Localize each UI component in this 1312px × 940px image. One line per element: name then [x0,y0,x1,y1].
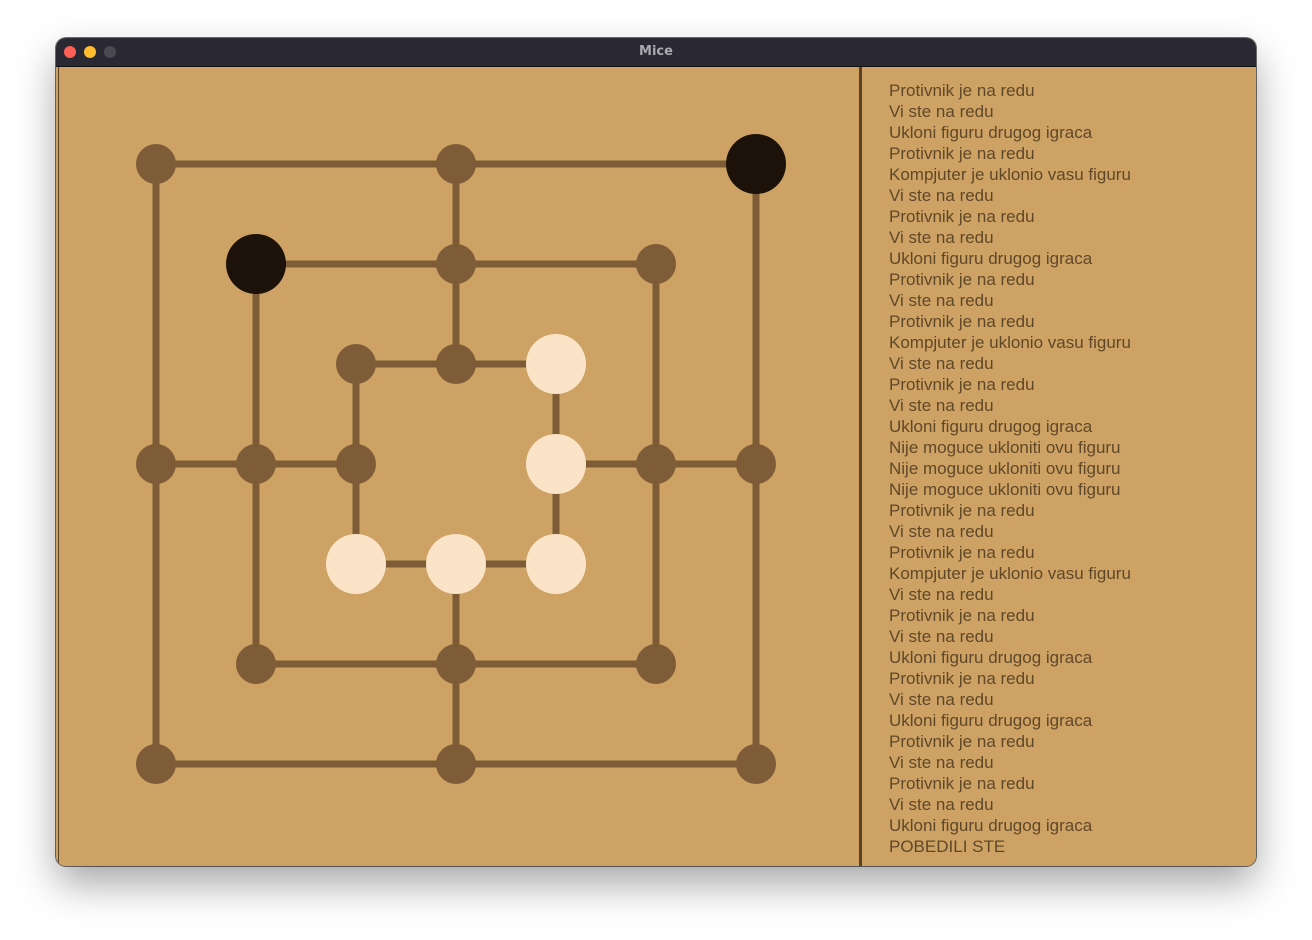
board-point-empty[interactable] [436,244,476,284]
log-line: Ukloni figuru drugog igraca [889,711,1093,730]
title-bar[interactable]: Mice [56,38,1256,67]
log-line: Ukloni figuru drugog igraca [889,816,1093,835]
log-line: Ukloni figuru drugog igraca [889,417,1093,436]
log-line: Vi ste na redu [889,396,994,415]
log-line: Ukloni figuru drugog igraca [889,123,1093,142]
black-piece[interactable] [726,134,786,194]
log-line: Vi ste na redu [889,291,994,310]
log-line: Protivnik je na redu [889,375,1035,394]
white-piece[interactable] [526,334,586,394]
board-point-empty[interactable] [436,644,476,684]
log-line: Kompjuter je uklonio vasu figuru [889,564,1131,583]
log-line: Protivnik je na redu [889,774,1035,793]
board-point-empty[interactable] [236,444,276,484]
board-point-empty[interactable] [136,144,176,184]
window-title: Mice [639,44,673,59]
log-line: Protivnik je na redu [889,543,1035,562]
log-line: Vi ste na redu [889,795,994,814]
board-point-empty[interactable] [236,644,276,684]
white-piece[interactable] [526,434,586,494]
board-point-empty[interactable] [336,344,376,384]
log-line: Nije moguce ukloniti ovu figuru [889,459,1121,478]
white-piece[interactable] [326,534,386,594]
board-point-empty[interactable] [636,644,676,684]
log-line: Protivnik je na redu [889,270,1035,289]
board-point-empty[interactable] [636,244,676,284]
board-point-empty[interactable] [436,144,476,184]
board-point-empty[interactable] [336,444,376,484]
log-line: Protivnik je na redu [889,81,1035,100]
log-line: Protivnik je na redu [889,669,1035,688]
log-line: Vi ste na redu [889,522,994,541]
board-point-empty[interactable] [436,744,476,784]
board-point-empty[interactable] [736,744,776,784]
log-line: Ukloni figuru drugog igraca [889,648,1093,667]
log-line: POBEDILI STE [889,837,1006,856]
board-point-empty[interactable] [136,444,176,484]
log-line: Vi ste na redu [889,186,994,205]
board-points[interactable] [136,134,786,784]
log-line: Vi ste na redu [889,690,994,709]
message-log-panel: Protivnik je na redu Vi ste na redu Ukloni… [862,67,1256,866]
white-piece[interactable] [526,534,586,594]
log-line: Nije moguce ukloniti ovu figuru [889,438,1121,457]
log-line: Kompjuter je uklonio vasu figuru [889,165,1131,184]
log-line: Kompjuter je uklonio vasu figuru [889,333,1131,352]
log-line: Vi ste na redu [889,627,994,646]
log-line: Ukloni figuru drugog igraca [889,249,1093,268]
board-point-empty[interactable] [736,444,776,484]
log-line: Vi ste na redu [889,585,994,604]
log-line: Protivnik je na redu [889,312,1035,331]
log-line: Protivnik je na redu [889,144,1035,163]
game-board[interactable] [59,67,860,866]
log-line: Vi ste na redu [889,753,994,772]
window-content: Protivnik je na redu Vi ste na redu Ukloni… [56,67,1256,866]
board-point-empty[interactable] [636,444,676,484]
log-line: Protivnik je na redu [889,207,1035,226]
message-log: Protivnik je na redu Vi ste na redu Ukloni… [889,80,1131,857]
black-piece[interactable] [226,234,286,294]
board-point-empty[interactable] [436,344,476,384]
log-line: Nije moguce ukloniti ovu figuru [889,480,1121,499]
log-line: Vi ste na redu [889,228,994,247]
log-line: Protivnik je na redu [889,606,1035,625]
log-line: Protivnik je na redu [889,732,1035,751]
log-line: Vi ste na redu [889,354,994,373]
white-piece[interactable] [426,534,486,594]
log-line: Vi ste na redu [889,102,994,121]
app-window: Mice Protivnik je na redu Vi ste na redu U… [56,38,1256,866]
log-line: Protivnik je na redu [889,501,1035,520]
board-point-empty[interactable] [136,744,176,784]
board-panel [58,67,860,866]
